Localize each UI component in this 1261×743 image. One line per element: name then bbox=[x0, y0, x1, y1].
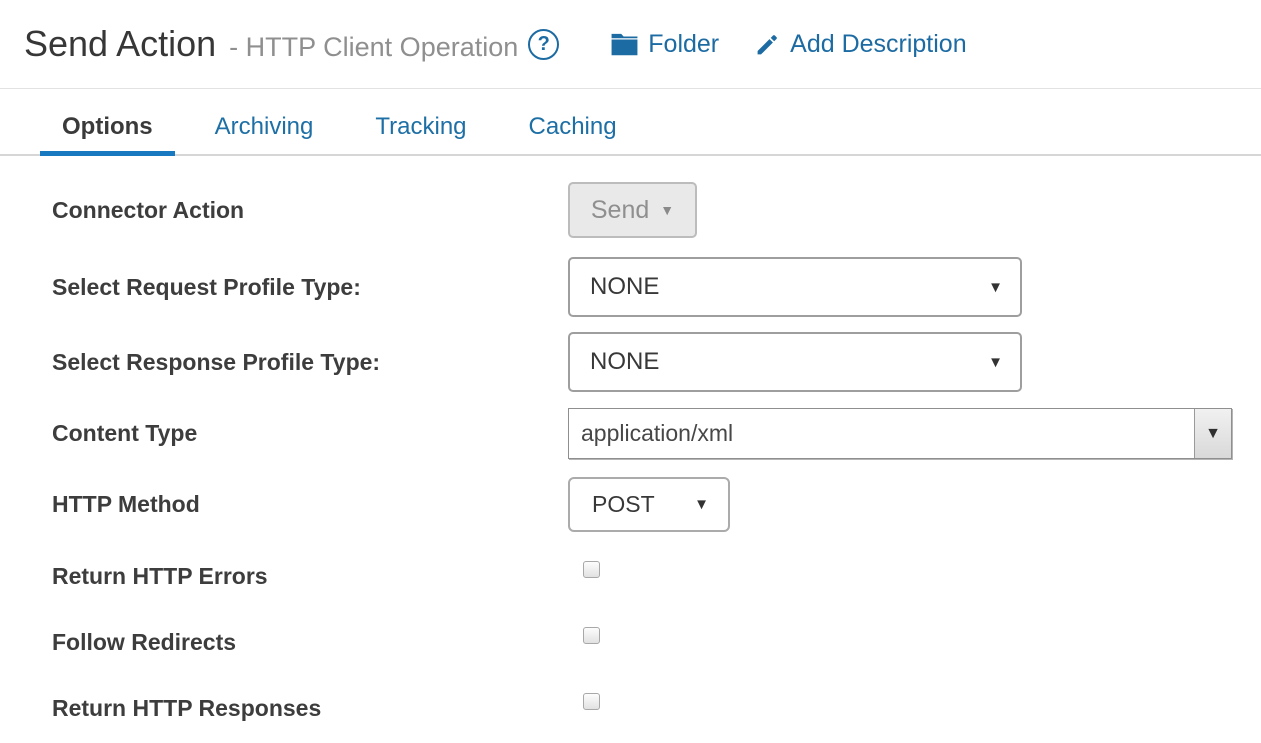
request-profile-row: Select Request Profile Type: NONE ▼ bbox=[52, 257, 1261, 317]
content-type-label: Content Type bbox=[52, 420, 568, 447]
return-http-errors-checkbox[interactable] bbox=[583, 561, 600, 578]
follow-redirects-row: Follow Redirects bbox=[52, 626, 1261, 658]
connector-action-value: Send bbox=[591, 196, 649, 225]
tab-caching[interactable]: Caching bbox=[507, 89, 639, 156]
chevron-down-icon: ▼ bbox=[660, 203, 674, 217]
return-http-errors-row: Return HTTP Errors bbox=[52, 560, 1261, 592]
chevron-down-icon: ▼ bbox=[988, 280, 1003, 295]
return-http-responses-checkbox[interactable] bbox=[583, 693, 600, 710]
return-http-errors-label: Return HTTP Errors bbox=[52, 560, 568, 592]
follow-redirects-checkbox[interactable] bbox=[583, 627, 600, 644]
pencil-icon bbox=[755, 32, 780, 57]
chevron-down-icon: ▼ bbox=[988, 355, 1003, 370]
title-group: Send Action - HTTP Client Operation bbox=[24, 23, 518, 65]
options-form: Connector Action Send ▼ Select Request P… bbox=[0, 156, 1261, 724]
chevron-down-icon: ▼ bbox=[1205, 426, 1221, 442]
content-type-combobox: ▼ bbox=[568, 408, 1232, 459]
return-http-responses-row: Return HTTP Responses bbox=[52, 692, 1261, 724]
page-subtitle: - HTTP Client Operation bbox=[229, 32, 518, 63]
response-profile-value: NONE bbox=[590, 348, 659, 376]
http-method-select[interactable]: POST ▼ bbox=[568, 477, 730, 532]
content-type-row: Content Type ▼ bbox=[52, 408, 1261, 459]
request-profile-value: NONE bbox=[590, 273, 659, 301]
http-method-row: HTTP Method POST ▼ bbox=[52, 477, 1261, 532]
response-profile-row: Select Response Profile Type: NONE ▼ bbox=[52, 332, 1261, 392]
tab-archiving[interactable]: Archiving bbox=[193, 89, 336, 156]
page-title: Send Action bbox=[24, 23, 216, 65]
help-icon[interactable]: ? bbox=[528, 29, 559, 60]
folder-icon bbox=[611, 33, 638, 56]
chevron-down-icon: ▼ bbox=[694, 497, 709, 512]
content-type-input[interactable] bbox=[569, 409, 1194, 458]
add-description-link-label: Add Description bbox=[790, 30, 966, 59]
follow-redirects-label: Follow Redirects bbox=[52, 626, 568, 658]
tab-tracking[interactable]: Tracking bbox=[353, 89, 488, 156]
http-method-label: HTTP Method bbox=[52, 491, 568, 518]
add-description-link[interactable]: Add Description bbox=[755, 30, 966, 59]
request-profile-select[interactable]: NONE ▼ bbox=[568, 257, 1022, 317]
connector-action-select: Send ▼ bbox=[568, 182, 697, 238]
content-type-dropdown-button[interactable]: ▼ bbox=[1194, 409, 1231, 458]
connector-action-row: Connector Action Send ▼ bbox=[52, 182, 1261, 238]
tab-bar: Options Archiving Tracking Caching bbox=[0, 89, 1261, 156]
folder-link[interactable]: Folder bbox=[611, 30, 719, 59]
connector-action-label: Connector Action bbox=[52, 197, 568, 224]
page-header: Send Action - HTTP Client Operation ? Fo… bbox=[0, 0, 1261, 89]
response-profile-label: Select Response Profile Type: bbox=[52, 349, 568, 376]
folder-link-label: Folder bbox=[648, 30, 719, 59]
response-profile-select[interactable]: NONE ▼ bbox=[568, 332, 1022, 392]
request-profile-label: Select Request Profile Type: bbox=[52, 274, 568, 301]
tab-options[interactable]: Options bbox=[40, 89, 175, 156]
http-method-value: POST bbox=[592, 491, 655, 518]
return-http-responses-label: Return HTTP Responses bbox=[52, 692, 568, 724]
